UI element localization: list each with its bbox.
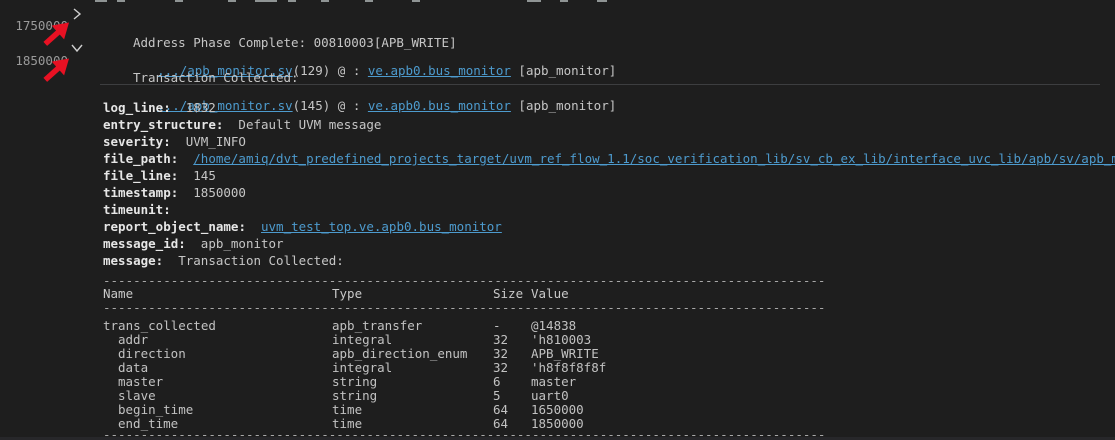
- cell-value: 'h810003: [531, 332, 592, 347]
- table-separator: ----------------------------------------…: [103, 274, 826, 288]
- cell-size: 32: [493, 360, 509, 375]
- cell-name: direction: [118, 346, 186, 361]
- field-value: Default UVM message: [238, 117, 382, 132]
- cell-name: slave: [118, 388, 156, 403]
- cell-type: integral: [332, 332, 393, 347]
- field-label: log_line:: [103, 100, 171, 115]
- cell-type: integral: [332, 360, 393, 375]
- field-value: 1832: [185, 100, 216, 115]
- cell-size: 6: [493, 374, 501, 389]
- cell-value: 1650000: [531, 402, 584, 417]
- cell-type: string: [332, 388, 378, 403]
- detail-row: severity: UVM_INFO: [103, 133, 1115, 150]
- field-value: Transaction Collected:: [178, 253, 344, 268]
- cell-value: master: [531, 374, 577, 389]
- field-value: 1850000: [193, 185, 246, 200]
- cell-size: 32: [493, 332, 509, 347]
- field-label: file_line:: [103, 168, 179, 183]
- cell-type: apb_transfer: [332, 318, 423, 333]
- col-header-type: Type: [332, 286, 363, 301]
- log-entry-message: Transaction Collected:: [0, 55, 1115, 85]
- field-value: 145: [193, 168, 216, 183]
- log-entry-header: 1850000 .../apb_monitor.sv(145) @ : ve.a…: [0, 38, 1115, 113]
- annotation-arrow-icon: [43, 22, 70, 46]
- detail-row: entry_structure: Default UVM message: [103, 116, 1115, 133]
- table-body: trans_collected apb_transfer - @14838 addr i…: [103, 319, 606, 431]
- table-row: direction apb_direction_enum 32 APB_WRITE: [103, 347, 606, 361]
- cell-value: APB_WRITE: [531, 346, 599, 361]
- annotation-arrow-icon: [43, 58, 70, 82]
- cell-value: uart0: [531, 388, 569, 403]
- cell-name: data: [118, 360, 149, 375]
- table-row: slave string 5 uart0: [103, 389, 606, 403]
- table-row: data integral 32 'h8f8f8f8f: [103, 361, 606, 375]
- field-label: entry_structure:: [103, 117, 224, 132]
- table-header: Name Type Size Value: [103, 287, 569, 301]
- cell-type: apb_direction_enum: [332, 346, 468, 361]
- cell-value: 'h8f8f8f8f: [531, 360, 607, 375]
- entry-details-panel: log_line: 1832 entry_structure: Default UV…: [103, 99, 1115, 269]
- field-label: timestamp:: [103, 185, 179, 200]
- field-label: message:: [103, 253, 164, 268]
- cell-value: @14838: [531, 318, 577, 333]
- log-message-text: Transaction Collected:: [133, 70, 299, 85]
- col-header-value: Value: [531, 286, 569, 301]
- cell-name: trans_collected: [103, 318, 216, 333]
- log-entry-header: 1750000 .../apb_monitor.sv(129) @ : ve.a…: [0, 3, 1115, 78]
- cell-name: master: [118, 374, 164, 389]
- report-object-link[interactable]: uvm_test_top.ve.apb0.bus_monitor: [261, 219, 502, 234]
- table-separator: ----------------------------------------…: [103, 301, 826, 315]
- table-row: trans_collected apb_transfer - @14838: [103, 319, 606, 333]
- table-row: master string 6 master: [103, 375, 606, 389]
- cell-type: time: [332, 402, 363, 417]
- cell-size: -: [493, 318, 501, 333]
- log-entry-message: Address Phase Complete: 00810003[APB_WRI…: [0, 20, 1115, 50]
- field-label: file_path:: [103, 151, 179, 166]
- detail-row: log_line: 1832: [103, 99, 1115, 116]
- field-label: message_id:: [103, 236, 186, 251]
- cell-name: addr: [118, 332, 149, 347]
- file-path-link[interactable]: /home/amiq/dvt_predefined_projects_targe…: [193, 151, 1115, 166]
- detail-row: message: Transaction Collected:: [103, 252, 1115, 269]
- detail-row: message_id: apb_monitor: [103, 235, 1115, 252]
- cell-type: string: [332, 374, 378, 389]
- cell-size: 32: [493, 346, 509, 361]
- field-label: report_object_name:: [103, 219, 246, 234]
- detail-row: report_object_name: uvm_test_top.ve.apb0.…: [103, 218, 1115, 235]
- detail-row: file_line: 145: [103, 167, 1115, 184]
- cell-name: begin_time: [118, 402, 194, 417]
- field-label: timeunit:: [103, 202, 171, 217]
- section-divider: [100, 84, 1100, 85]
- col-header-name: Name: [103, 286, 134, 301]
- table-row: addr integral 32 'h810003: [103, 333, 606, 347]
- log-viewer: 1750000 .../apb_monitor.sv(129) @ : ve.a…: [0, 0, 1115, 440]
- field-label: severity:: [103, 134, 171, 149]
- detail-row: timestamp: 1850000: [103, 184, 1115, 201]
- field-value: apb_monitor: [200, 236, 284, 251]
- field-value: UVM_INFO: [185, 134, 246, 149]
- detail-row: timeunit:: [103, 201, 1115, 218]
- table-row: begin_time time 64 1650000: [103, 403, 606, 417]
- cell-size: 64: [493, 402, 509, 417]
- detail-row: file_path: /home/amiq/dvt_predefined_proj…: [103, 150, 1115, 167]
- cell-size: 5: [493, 388, 501, 403]
- col-header-size: Size: [493, 286, 524, 301]
